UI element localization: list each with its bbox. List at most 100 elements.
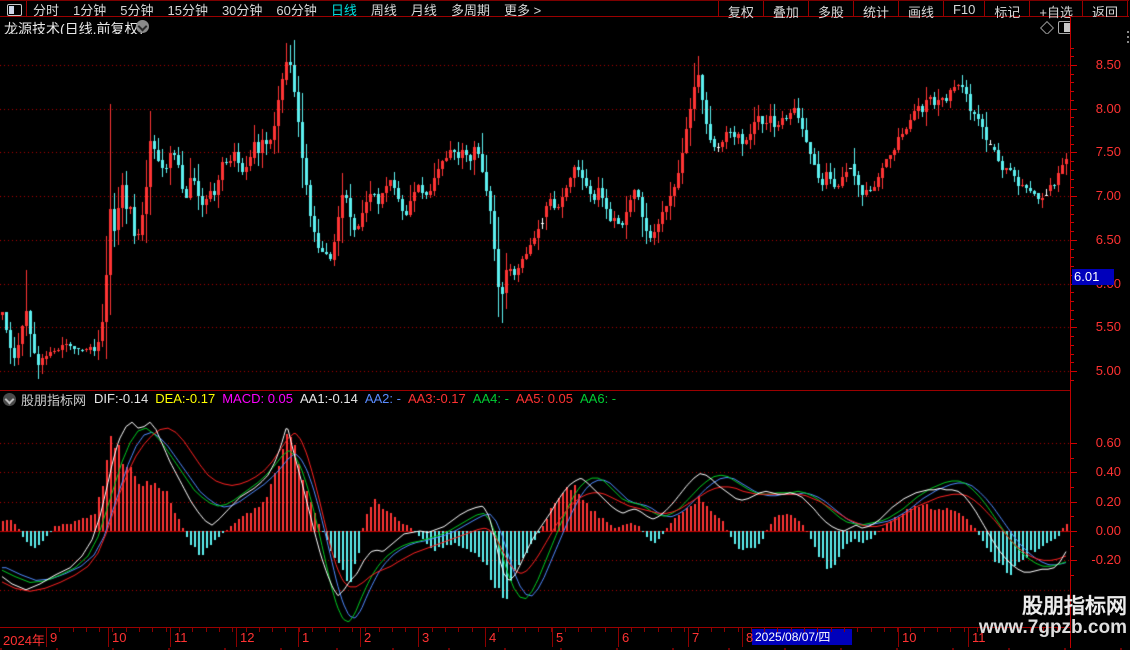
candlestick-chart[interactable] <box>0 34 1070 390</box>
time-tick <box>724 628 725 632</box>
chevron-down-icon[interactable] <box>136 20 149 33</box>
time-tick <box>285 628 286 632</box>
time-tick <box>591 628 592 632</box>
watermark-url: www.7gpzb.com <box>978 617 1127 639</box>
time-tick <box>472 628 473 632</box>
month-label-10: 10 <box>112 630 127 645</box>
macd-chart[interactable] <box>0 408 1070 626</box>
time-tick <box>299 628 300 632</box>
window-split-icon[interactable] <box>7 4 22 16</box>
menu-item-画线[interactable]: 画线 <box>897 1 943 20</box>
time-tick <box>272 628 273 632</box>
time-tick <box>871 628 872 632</box>
month-label-12: 12 <box>240 630 255 645</box>
menu-item-叠加[interactable]: 叠加 <box>762 1 808 20</box>
menu-item-更多 >[interactable]: 更多 > <box>504 0 541 19</box>
menu-item-复权[interactable]: 复权 <box>717 1 763 20</box>
menu-item-60分钟[interactable]: 60分钟 <box>276 0 316 19</box>
time-tick <box>644 628 645 632</box>
menu-item-5分钟[interactable]: 5分钟 <box>120 0 153 19</box>
menu-item-返回[interactable]: 返回 <box>1081 1 1128 20</box>
time-tick <box>950 628 951 632</box>
time-tick <box>206 628 207 632</box>
month-separator <box>898 628 899 647</box>
menu-item-+自选[interactable]: +自选 <box>1029 1 1082 20</box>
axis-tick <box>1071 134 1074 136</box>
time-tick <box>325 628 326 632</box>
month-separator <box>236 628 237 647</box>
time-tick <box>99 628 100 632</box>
time-axis: 2024年 2025/08/07/四 9 10 11 12 1 2 3 4 5 6 7 8 10 11 <box>0 628 1070 648</box>
time-tick <box>192 628 193 632</box>
action-menu: 复权 叠加 多股 统计 画线 F10 标记 +自选 返回 <box>717 1 1128 20</box>
axis-tick <box>1071 379 1074 381</box>
indicator-label-0.00: 0.00 <box>1095 523 1121 538</box>
menu-item-F10[interactable]: F10 <box>942 1 984 17</box>
time-tick <box>738 628 739 632</box>
axis-tick <box>1071 82 1074 84</box>
indicator-source: 股朋指标网 <box>21 392 87 408</box>
watermark-name: 股朋指标网 <box>1022 595 1127 618</box>
month-label-5: 5 <box>556 630 564 645</box>
time-tick <box>804 628 805 632</box>
time-tick <box>671 628 672 632</box>
axis-tick <box>1071 486 1074 488</box>
axis-tick <box>1071 301 1074 303</box>
price-label-5.50: 5.50 <box>1095 319 1121 335</box>
price-axis[interactable]: 6.01 8.508.007.507.006.506.005.505.000.6… <box>1070 17 1130 648</box>
time-tick <box>86 628 87 632</box>
time-tick <box>937 628 938 632</box>
month-separator <box>552 628 553 647</box>
menu-item-多股[interactable]: 多股 <box>807 1 853 20</box>
axis-tick <box>1071 309 1074 311</box>
time-tick <box>844 628 845 632</box>
month-label-7: 7 <box>692 630 700 645</box>
menu-item-多周期[interactable]: 多周期 <box>451 0 490 19</box>
month-separator <box>108 628 109 647</box>
menu-item-统计[interactable]: 统计 <box>852 1 898 20</box>
month-label-11: 11 <box>174 630 188 645</box>
axis-tick <box>1071 257 1074 259</box>
menu-item-月线[interactable]: 月线 <box>411 0 437 19</box>
time-tick <box>339 628 340 632</box>
menu-item-分时[interactable]: 分时 <box>33 0 59 19</box>
month-label-9: 9 <box>50 630 58 645</box>
menu-item-标记[interactable]: 标记 <box>984 1 1029 20</box>
axis-tick <box>1071 222 1074 224</box>
month-separator <box>360 628 361 647</box>
indicator-field: MACD: 0.05 <box>222 391 293 406</box>
menu-item-周线[interactable]: 周线 <box>371 0 397 19</box>
month-label-4: 4 <box>489 630 497 645</box>
time-tick <box>857 628 858 632</box>
collapse-icon[interactable] <box>3 392 16 406</box>
price-label-8.00: 8.00 <box>1095 100 1121 116</box>
time-tick <box>578 628 579 632</box>
time-tick <box>684 628 685 632</box>
axis-tick <box>1071 73 1074 75</box>
month-separator <box>618 628 619 647</box>
axis-tick <box>1071 457 1074 459</box>
month-label-3: 3 <box>422 630 430 645</box>
menu-item-日线[interactable]: 日线 <box>331 0 357 19</box>
month-separator <box>418 628 419 647</box>
axis-tick <box>1071 204 1074 206</box>
menu-item-15分钟[interactable]: 15分钟 <box>167 0 207 19</box>
menu-item-1分钟[interactable]: 1分钟 <box>73 0 106 19</box>
indicator-label-0.20: 0.20 <box>1095 493 1121 509</box>
menu-item-30分钟[interactable]: 30分钟 <box>222 0 262 19</box>
indicator-field: DEA:-0.17 <box>155 391 216 406</box>
indicator-header: 股朋指标网 DIF:-0.14 DEA:-0.17 MACD: 0.05 AA1:-0… <box>0 391 1070 408</box>
time-tick <box>525 628 526 632</box>
axis-tick <box>1071 117 1074 119</box>
indicator-field: AA6: - <box>580 391 617 406</box>
indicator-label-0.60: 0.60 <box>1095 434 1121 450</box>
toolbar: 分时 1分钟 5分钟 15分钟 30分钟 60分钟 日线 周线 月线 多周期 更多 > 复权 叠加 多股… <box>0 0 1129 20</box>
time-tick <box>831 628 832 632</box>
time-tick <box>658 628 659 632</box>
price-label-7.00: 7.00 <box>1095 188 1121 204</box>
price-label-7.50: 7.50 <box>1095 144 1121 160</box>
time-tick <box>392 628 393 632</box>
axis-tick <box>1071 336 1074 338</box>
indicator-field: AA1:-0.14 <box>300 391 358 406</box>
diamond-icon[interactable] <box>1039 20 1055 36</box>
